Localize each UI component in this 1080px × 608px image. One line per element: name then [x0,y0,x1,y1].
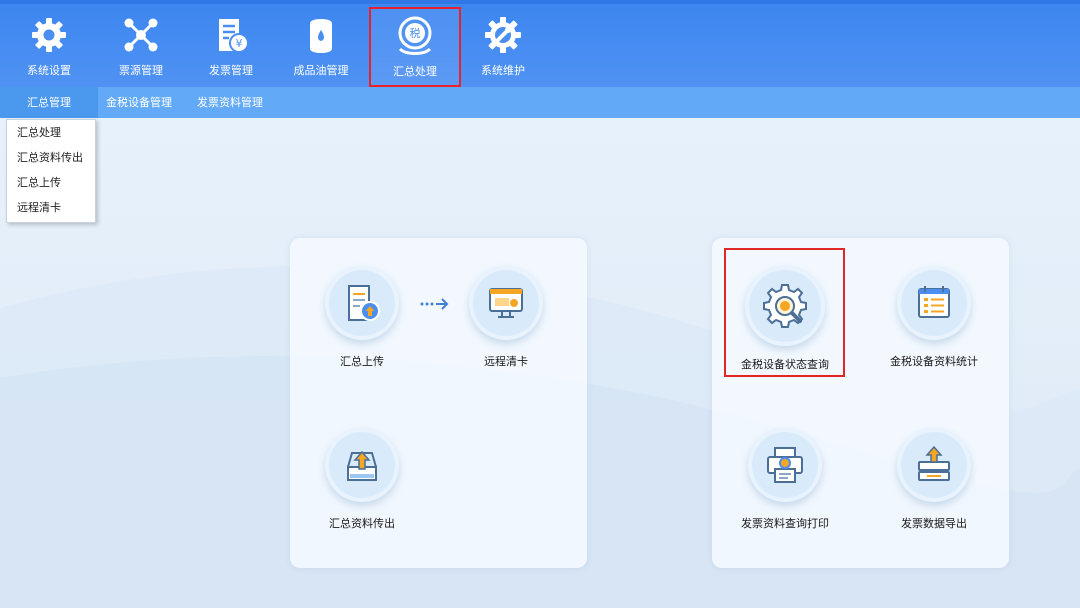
svg-text:税: 税 [410,26,421,40]
gear-search-icon [745,266,825,346]
submenu-summary-management[interactable]: 汇总管理 [0,87,98,118]
invoice-data-export-button[interactable]: 发票数据导出 [864,428,1004,531]
summary-dropdown-menu: 汇总处理 汇总资料传出 汇总上传 远程清卡 [6,119,96,223]
tax-device-stats-button[interactable]: 金税设备资料统计 [864,266,1004,369]
data-export-icon [897,428,971,502]
toolbar-oil-management[interactable]: 成品油管理 [286,0,356,87]
function-label: 发票资料查询打印 [741,517,829,530]
toolbar-summary-processing[interactable]: 税 汇总处理 [369,7,461,87]
oil-drum-icon [300,14,342,56]
toolbar-label: 票源管理 [119,64,163,77]
toolbar-invoice-management[interactable]: ¥ 发票管理 [200,0,262,87]
toolbar-system-settings[interactable]: 系统设置 [18,0,80,87]
sub-menu-bar: 汇总管理 金税设备管理 发票资料管理 [0,87,1080,118]
tax-summary-icon: 税 [394,15,436,57]
function-label: 汇总资料传出 [329,517,395,530]
svg-text:¥: ¥ [236,37,243,50]
printer-search-icon [748,428,822,502]
tax-device-status-query-button[interactable]: 金税设备状态查询 [715,266,855,372]
menu-item-summary-upload[interactable]: 汇总上传 [7,170,95,195]
upload-document-icon [325,266,399,340]
submenu-tax-device-management[interactable]: 金税设备管理 [106,87,172,118]
function-label: 汇总上传 [340,355,384,368]
invoice-icon: ¥ [210,14,252,56]
summary-upload-button[interactable]: 汇总上传 [292,266,432,369]
monitor-icon [469,266,543,340]
invoice-query-print-button[interactable]: 发票资料查询打印 [715,428,855,531]
summary-export-button[interactable]: 汇总资料传出 [292,428,432,531]
network-icon [120,14,162,56]
toolbar-label: 系统维护 [481,64,525,77]
maintenance-icon [482,14,524,56]
remote-clear-button[interactable]: 远程清卡 [436,266,576,369]
toolbar-label: 成品油管理 [293,64,349,77]
menu-item-remote-clear[interactable]: 远程清卡 [7,195,95,220]
calendar-list-icon [897,266,971,340]
function-label: 远程清卡 [484,355,528,368]
toolbar-label: 系统设置 [27,64,71,77]
toolbar-system-maintenance[interactable]: 系统维护 [472,0,534,87]
tray-upload-icon [325,428,399,502]
menu-item-summary-processing[interactable]: 汇总处理 [7,120,95,145]
top-toolbar: 系统设置 票源管理 ¥ 发票管理 成品油管理 税 汇总处理 系统维护 [0,0,1080,87]
submenu-invoice-data-management[interactable]: 发票资料管理 [197,87,263,118]
function-label: 金税设备状态查询 [741,358,829,371]
function-label: 金税设备资料统计 [890,355,978,368]
function-label: 发票数据导出 [901,517,967,530]
toolbar-label: 汇总处理 [393,65,437,78]
toolbar-label: 发票管理 [209,64,253,77]
toolbar-ticket-source[interactable]: 票源管理 [110,0,172,87]
menu-item-summary-export[interactable]: 汇总资料传出 [7,145,95,170]
gear-icon [28,14,70,56]
